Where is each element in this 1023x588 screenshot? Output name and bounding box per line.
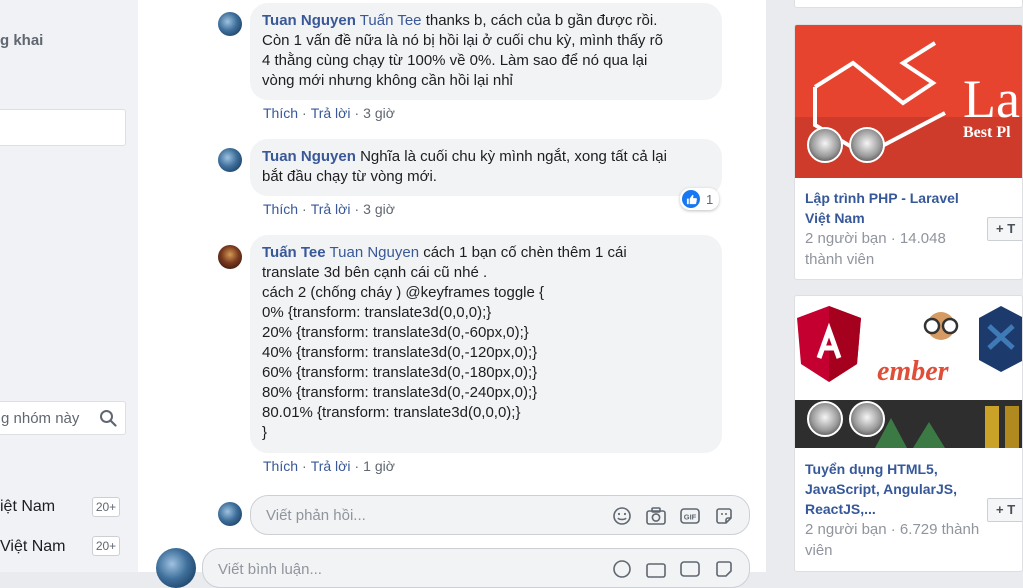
group-title[interactable]: Tuyển dụng HTML5, JavaScript, AngularJS,… xyxy=(805,459,975,519)
comment-text: 60% {transform: translate3d(0,-180px,0);… xyxy=(262,364,538,381)
group-item-label[interactable]: iệt Nam xyxy=(0,498,55,516)
group-search-placeholder: g nhóm này xyxy=(1,410,80,427)
left-sidebar: g khai g nhóm này iệt Nam 20+ Việt Nam 2… xyxy=(0,0,138,572)
comment-actions: Thích · Trả lời · 1 giờ xyxy=(263,458,395,474)
emoji-icon[interactable] xyxy=(611,558,633,580)
comment-timestamp[interactable]: 3 giờ xyxy=(363,105,395,121)
comment-thread: Tuan Nguyen Tuấn Tee thanks b, cách của … xyxy=(138,0,766,588)
camera-icon[interactable] xyxy=(645,558,667,580)
group-suggestion-card[interactable]: ember Tuyển dụng HTML5, JavaScript, Angu… xyxy=(794,295,1023,572)
avatar xyxy=(156,548,196,588)
reply-link[interactable]: Trả lời xyxy=(311,201,351,217)
comment-actions: Thích · Trả lời · 3 giờ xyxy=(263,105,395,121)
comment-text: 80.01% {transform: translate3d(0,0,0);} xyxy=(262,404,521,421)
comment-author[interactable]: Tuan Nguyen xyxy=(262,12,356,29)
search-icon[interactable] xyxy=(99,409,117,431)
gif-icon[interactable] xyxy=(679,558,701,580)
friend-avatar[interactable] xyxy=(807,401,843,437)
join-group-button[interactable]: + T xyxy=(987,498,1022,522)
comment-text: bắt đầu chạy từ vòng mới. xyxy=(262,168,437,185)
reaction-count[interactable]: 1 xyxy=(680,188,720,210)
group-title[interactable]: Lập trình PHP - Laravel Việt Nam xyxy=(805,188,975,228)
comment-text: Còn 1 vấn đề nữa là nó bị hồi lại ở cuối… xyxy=(262,32,663,49)
comment-timestamp[interactable]: 3 giờ xyxy=(363,201,395,217)
comment-text: 20% {transform: translate3d(0,-60px,0);} xyxy=(262,324,529,341)
left-section-title: g khai xyxy=(0,32,44,49)
reply-link[interactable]: Trả lời xyxy=(311,458,351,474)
comment-timestamp[interactable]: 1 giờ xyxy=(363,458,395,474)
comment-placeholder: Viết bình luận... xyxy=(218,561,322,578)
comment-text: cách 2 (chống cháy ) @keyframes toggle { xyxy=(262,284,545,301)
comment-text: vòng mới nhưng không cần hồi lại nhỉ xyxy=(262,72,513,89)
previous-card-edge xyxy=(794,0,1023,8)
comment-text: thanks b, cách của b gần được rồi. xyxy=(425,12,658,29)
reply-link[interactable]: Trả lời xyxy=(311,105,351,121)
friend-avatar[interactable] xyxy=(849,401,885,437)
comment-text: 0% {transform: translate3d(0,0,0);} xyxy=(262,304,492,321)
like-link[interactable]: Thích xyxy=(263,458,298,474)
group-item-badge: 20+ xyxy=(92,497,120,517)
avatar[interactable] xyxy=(218,245,242,269)
like-reaction-icon xyxy=(682,190,700,208)
reply-placeholder: Viết phản hồi... xyxy=(266,507,366,524)
comment-text: translate 3d bên cạnh cái cũ nhé . xyxy=(262,264,488,281)
group-meta: 2 người bạn · 14.048 thành viên xyxy=(805,230,946,268)
banner-text: La xyxy=(963,69,1020,129)
avatar[interactable] xyxy=(218,12,242,36)
comment-author[interactable]: Tuấn Tee xyxy=(262,244,326,261)
banner-text: ember xyxy=(877,356,950,387)
comment-mention[interactable]: Tuấn Tee xyxy=(360,12,422,29)
group-item-label[interactable]: Việt Nam xyxy=(0,538,66,556)
reaction-number: 1 xyxy=(706,191,714,207)
sticker-icon[interactable] xyxy=(713,505,735,527)
comment-text: 40% {transform: translate3d(0,-120px,0);… xyxy=(262,344,538,361)
comment-text: 80% {transform: translate3d(0,-240px,0);… xyxy=(262,384,538,401)
banner-subtext: Best Pl xyxy=(963,124,1011,141)
suggested-groups: La Best Pl Lập trình PHP - Laravel Việt … xyxy=(766,0,1023,572)
svg-text:GIF: GIF xyxy=(684,513,697,522)
emoji-icon[interactable] xyxy=(611,505,633,527)
sticker-icon[interactable] xyxy=(713,558,735,580)
friend-avatar[interactable] xyxy=(807,127,843,163)
comment-text: cách 1 bạn cố chèn thêm 1 cái xyxy=(423,244,627,261)
like-link[interactable]: Thích xyxy=(263,201,298,217)
avatar xyxy=(218,502,242,526)
left-panel-box[interactable] xyxy=(0,109,126,146)
group-suggestion-card[interactable]: La Best Pl Lập trình PHP - Laravel Việt … xyxy=(794,24,1023,280)
group-item-badge: 20+ xyxy=(92,536,120,556)
comment-mention[interactable]: Tuan Nguyen xyxy=(330,244,420,261)
gif-icon[interactable]: GIF xyxy=(679,505,701,527)
comment-text: 4 thằng cùng chạy từ 100% về 0%. Làm sao… xyxy=(262,52,648,69)
comment-bubble: Tuan Nguyen Tuấn Tee thanks b, cách của … xyxy=(250,3,722,100)
comment-input[interactable]: Viết bình luận... xyxy=(202,548,750,588)
reply-input[interactable]: Viết phản hồi... GIF xyxy=(250,495,750,535)
friend-avatar[interactable] xyxy=(849,127,885,163)
avatar[interactable] xyxy=(218,148,242,172)
camera-icon[interactable] xyxy=(645,505,667,527)
comment-bubble: Tuan Nguyen Nghĩa là cuối chu kỳ mình ng… xyxy=(250,139,722,196)
comment-text: } xyxy=(262,424,268,441)
comment-bubble: Tuấn Tee Tuan Nguyen cách 1 bạn cố chèn … xyxy=(250,235,722,453)
comment-author[interactable]: Tuan Nguyen xyxy=(262,148,356,165)
group-search-input[interactable]: g nhóm này xyxy=(0,401,126,435)
join-group-button[interactable]: + T xyxy=(987,217,1022,241)
comment-actions: Thích · Trả lời · 3 giờ xyxy=(263,201,395,217)
comment-text: Nghĩa là cuối chu kỳ mình ngắt, xong tất… xyxy=(360,148,667,165)
like-link[interactable]: Thích xyxy=(263,105,298,121)
group-meta: 2 người bạn · 6.729 thành viên xyxy=(805,521,980,559)
